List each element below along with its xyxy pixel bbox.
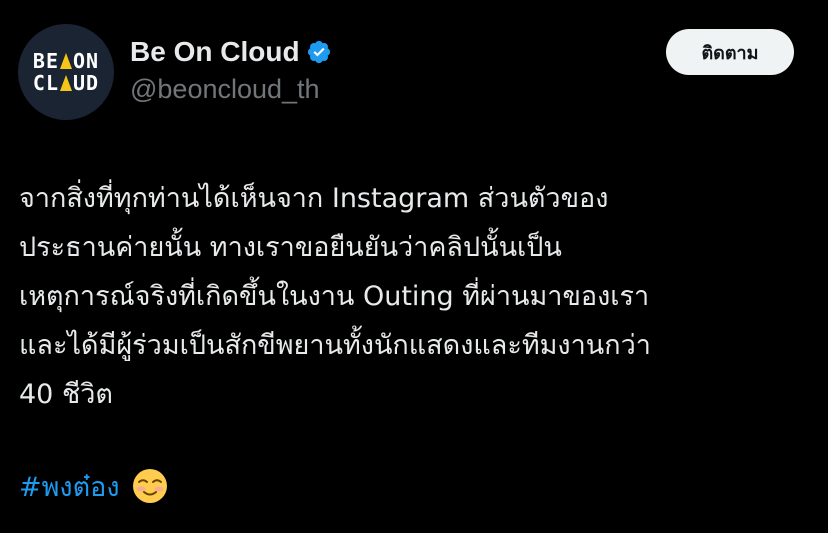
follow-button[interactable]: ติดตาม (666, 29, 794, 75)
avatar-logo-top: BE ON (32, 49, 100, 73)
logo-triangle-icon (60, 53, 72, 69)
tweet-card: BE ON CL UD Be On Cloud @beoncloud_th ติดต… (0, 0, 828, 533)
hashtag-link[interactable]: #พงต๋อง (19, 472, 120, 503)
tweet-body-line: 40 ชีวิต (19, 379, 113, 410)
hashtag-row: #พงต๋อง (19, 463, 168, 512)
smiling-face-emoji-icon (132, 469, 167, 503)
avatar-logo-bottom: CL UD (32, 71, 100, 95)
logo-triangle-icon (60, 75, 72, 91)
tweet-body-line: จากสิ่งที่ทุกท่านได้เห็นจาก Instagram ส่… (19, 183, 609, 214)
verified-badge-icon (307, 40, 330, 64)
tweet-body: จากสิ่งที่ทุกท่านได้เห็นจาก Instagram ส่… (19, 174, 819, 419)
tweet-body-line: เหตุการณ์จริงที่เกิดขึ้นในงาน Outing ที่… (19, 281, 650, 312)
avatar[interactable]: BE ON CL UD (18, 24, 114, 120)
tweet-body-line: ประธานค่ายนั้น ทางเราขอยืนยันว่าคลิปนั้น… (19, 232, 562, 263)
author-display-name[interactable]: Be On Cloud (130, 36, 300, 68)
tweet-body-line: และได้มีผู้ร่วมเป็นสักขีพยานทั้งนักแสดงแ… (19, 330, 651, 361)
author-handle[interactable]: @beoncloud_th (130, 74, 320, 105)
author-name-row: Be On Cloud (130, 34, 332, 70)
